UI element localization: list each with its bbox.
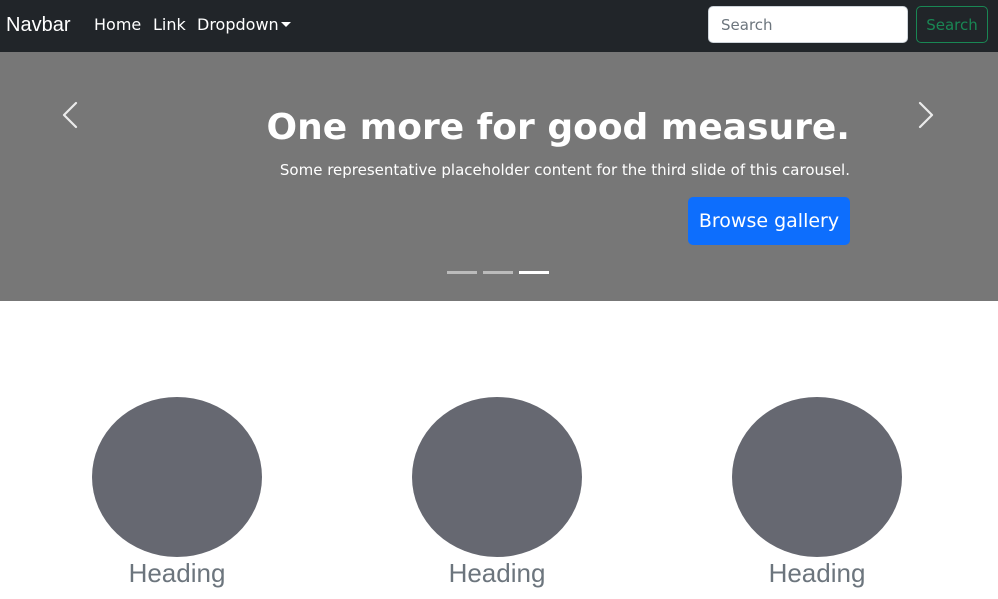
carousel-indicator-3-active[interactable] [519,271,549,274]
nav-link-link[interactable]: Link [153,15,186,35]
carousel-indicator-2[interactable] [483,271,513,274]
placeholder-image [92,397,262,557]
navbar-brand[interactable]: Navbar [6,12,70,38]
carousel-indicator-1[interactable] [447,271,477,274]
browse-gallery-button[interactable]: Browse gallery [688,197,850,245]
placeholder-image [732,397,902,557]
search-input[interactable] [708,6,908,43]
carousel: One more for good measure. Some represen… [0,52,998,301]
search-button[interactable]: Search [916,6,988,43]
column-heading: Heading [768,558,866,588]
marketing-column: Heading [92,397,262,588]
navbar: Navbar Home Link Dropdown Search [0,0,998,52]
carousel-next-icon[interactable] [910,100,940,130]
column-heading: Heading [128,558,226,588]
carousel-slide-title: One more for good measure. [266,107,850,148]
carousel-slide-text: Some representative placeholder content … [279,161,850,179]
marketing-column: Heading [412,397,582,588]
marketing-column: Heading [732,397,902,588]
nav-link-home[interactable]: Home [94,15,141,35]
column-heading: Heading [448,558,546,588]
nav-dropdown-toggle[interactable]: Dropdown [197,15,279,35]
placeholder-image [412,397,582,557]
carousel-prev-icon[interactable] [56,100,86,130]
caret-down-icon[interactable] [281,22,291,27]
